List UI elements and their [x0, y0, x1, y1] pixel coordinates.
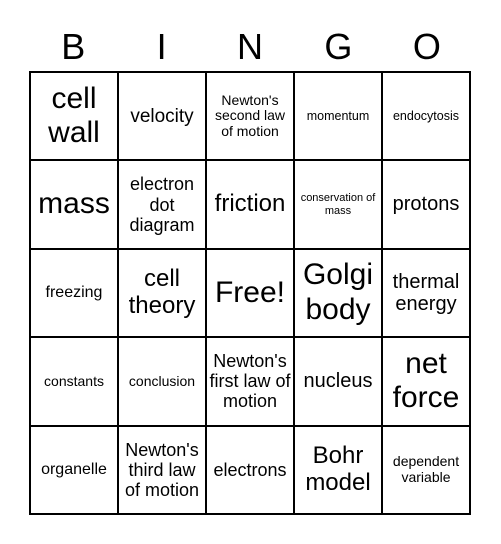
bingo-cell[interactable]: Newton's third law of motion	[118, 425, 206, 514]
bingo-cell[interactable]: Bohr model	[294, 425, 382, 514]
bingo-header: B I N G O	[29, 22, 471, 72]
bingo-cell[interactable]: constants	[30, 337, 118, 426]
free-space-cell[interactable]: Free!	[206, 248, 294, 338]
bingo-cell[interactable]: endocytosis	[382, 72, 470, 161]
bingo-cell[interactable]: electron dot diagram	[118, 160, 206, 249]
bingo-cell[interactable]: organelle	[30, 425, 118, 514]
bingo-cell[interactable]: friction	[206, 160, 294, 249]
bingo-cell[interactable]: net force	[382, 337, 470, 426]
header-letter-g: G	[324, 26, 353, 67]
bingo-cell[interactable]: freezing	[30, 248, 118, 338]
bingo-cell[interactable]: velocity	[118, 72, 206, 161]
bingo-cell[interactable]: nucleus	[294, 337, 382, 426]
header-letter-i: I	[156, 26, 167, 67]
bingo-cell[interactable]: mass	[30, 160, 118, 249]
header-letter-o: O	[412, 26, 441, 67]
bingo-cell[interactable]: electrons	[206, 425, 294, 514]
bingo-cell[interactable]: cell theory	[118, 248, 206, 338]
bingo-cell[interactable]: thermal energy	[382, 248, 470, 338]
header-letter-b: B	[61, 26, 86, 67]
bingo-cell[interactable]: momentum	[294, 72, 382, 161]
bingo-cell[interactable]: conclusion	[118, 337, 206, 426]
bingo-grid: cell wall velocity Newton's second law o…	[29, 71, 471, 515]
bingo-cell[interactable]: conservation of mass	[294, 160, 382, 249]
bingo-cell[interactable]: cell wall	[30, 72, 118, 161]
bingo-cell[interactable]: Golgi body	[294, 248, 382, 338]
header-letter-n: N	[237, 26, 264, 67]
bingo-cell[interactable]: Newton's first law of motion	[206, 337, 294, 426]
bingo-cell[interactable]: protons	[382, 160, 470, 249]
bingo-cell[interactable]: Newton's second law of motion	[206, 72, 294, 161]
bingo-cell[interactable]: dependent variable	[382, 425, 470, 514]
